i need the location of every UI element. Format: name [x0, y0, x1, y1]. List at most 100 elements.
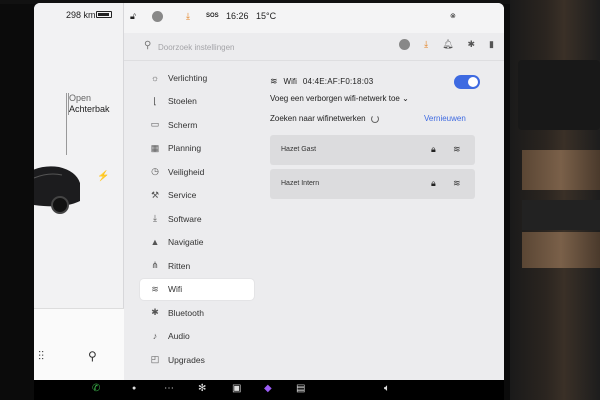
sidebar-item-ritten[interactable]: ⋔ Ritten: [140, 255, 254, 276]
wifi-label: Wifi: [283, 76, 297, 86]
camera-icon[interactable]: ●: [132, 385, 136, 392]
wifi-header: ≋ Wifi 04:4E:AF:F0:18:03: [270, 74, 480, 88]
sun-icon: ☼: [150, 72, 160, 83]
wood-trim-lower: [522, 232, 600, 268]
sidebar-item-label: Stoelen: [168, 96, 197, 106]
music-icon: ♪: [152, 331, 158, 341]
car-panel: 298 km Open Achterbak ⚡ ⫶⫶ ⚲: [34, 3, 124, 380]
bluetooth-icon: ✱: [151, 307, 159, 317]
safety-icon: ◷: [151, 166, 159, 176]
sidebar-item-label: Scherm: [168, 119, 198, 130]
settings-top-icons: ⤓ 🔔︎ ✱ ▮: [399, 39, 494, 52]
passenger-airbag-icon: ⊗: [450, 13, 456, 20]
signal-icon[interactable]: ▮: [489, 39, 494, 52]
wifi-toggle[interactable]: [454, 75, 480, 89]
sidebar-item-label: Audio: [168, 331, 190, 341]
taskbar: ✆ ● ⋯ ✻ ▣ ◆ ▤ 🔈︎: [34, 380, 504, 400]
display-icon: ▭: [150, 119, 160, 129]
charging-bolt-icon: ⚡: [97, 171, 110, 182]
trim-gap: [522, 200, 600, 230]
spinner-icon: [370, 114, 379, 123]
magnifier-icon[interactable]: ⚲: [88, 349, 97, 363]
network-name: Hazet Intern: [281, 180, 320, 187]
sidebar-item-wifi[interactable]: ≋ Wifi: [140, 278, 254, 300]
sidebar-item-label: Wifi: [168, 284, 183, 294]
fan-icon[interactable]: ✻: [198, 383, 206, 394]
network-item[interactable]: Hazet Intern 🔒︎ ≋: [270, 169, 475, 199]
chevron-down-icon: ⌄: [402, 94, 409, 103]
lock-icon: 🔒︎: [431, 178, 436, 188]
settings-nav: ☼ Verlichting ⌊ Stoelen ▭ Scherm ▦ Planning ◷ Vei…: [124, 63, 254, 380]
car-icon: [34, 166, 80, 214]
bluetooth-icon[interactable]: ✱: [468, 39, 476, 52]
touchscreen: 298 km Open Achterbak ⚡ ⫶⫶ ⚲ 🔓︎ ⤓ SOS 16…: [34, 3, 504, 380]
sidebar-item-upgrades[interactable]: ◰ Upgrades: [140, 349, 254, 370]
network-name: Hazet Gast: [281, 146, 317, 153]
wifi-icon: ≋: [151, 283, 159, 294]
dashboard-trim: [510, 0, 600, 400]
sidebar-item-label: Service: [168, 190, 197, 200]
refresh-button[interactable]: Vernieuwen: [424, 114, 466, 123]
wifi-signal-icon: ≋: [453, 178, 461, 188]
search-icon: ⚲: [144, 40, 152, 51]
sidebar-item-label: Ritten: [168, 260, 191, 271]
trunk-label-name: Achterbak: [69, 104, 110, 114]
download-icon[interactable]: ⤓: [424, 39, 428, 52]
more-icon[interactable]: ⋯: [164, 383, 174, 394]
trips-icon: ⋔: [151, 260, 159, 270]
arcade-icon[interactable]: ▣: [232, 383, 241, 394]
wifi-settings: ≋ Wifi 04:4E:AF:F0:18:03 Voeg een verbor…: [258, 69, 498, 369]
sidebar-item-software[interactable]: ⤓ Software: [140, 208, 254, 229]
controls-slider-icon[interactable]: ⫶⫶: [38, 349, 44, 364]
profile-icon[interactable]: [399, 39, 411, 52]
wood-trim: [522, 150, 600, 190]
phone-icon[interactable]: ✆: [92, 383, 100, 394]
navigation-icon: ▲: [150, 237, 160, 247]
quick-controls: ⫶⫶ ⚲: [34, 308, 124, 380]
app-icon[interactable]: ◆: [264, 383, 272, 394]
wifi-signal-icon: ≋: [453, 144, 461, 154]
wrench-icon: ⚒: [150, 189, 160, 200]
update-download-icon[interactable]: ⤓: [186, 11, 190, 22]
sidebar-item-label: Planning: [168, 143, 202, 153]
scan-label: Zoeken naar wifinetwerken: [270, 114, 366, 123]
bell-icon[interactable]: 🔔︎: [442, 39, 453, 52]
range-text: 298 km: [66, 10, 96, 20]
sidebar-item-label: Veiligheid: [168, 166, 205, 177]
profile-icon[interactable]: [152, 11, 163, 24]
settings-panel: ⚲ ⤓ 🔔︎ ✱ ▮ ☼ Verlichting ⌊ Stoelen ▭ Scherm ▦ P…: [124, 33, 504, 380]
sidebar-item-audio[interactable]: ♪ Audio: [140, 326, 254, 347]
seat-heater-icon[interactable]: ▤: [296, 383, 305, 394]
air-vent: [518, 60, 600, 130]
sidebar-item-label: Software: [168, 213, 202, 224]
lock-icon: 🔒︎: [431, 144, 436, 154]
search-input[interactable]: [158, 40, 308, 54]
sidebar-item-bluetooth[interactable]: ✱ Bluetooth: [140, 302, 254, 323]
network-item[interactable]: Hazet Gast 🔒︎ ≋: [270, 135, 475, 165]
sidebar-item-verlichting[interactable]: ☼ Verlichting: [140, 67, 254, 88]
status-bar: 🔓︎ ⤓ SOS 16:26 15°C ⊗: [124, 3, 504, 33]
sidebar-item-scherm[interactable]: ▭ Scherm: [140, 114, 254, 135]
sos-icon[interactable]: SOS: [206, 13, 219, 19]
mac-address: 04:4E:AF:F0:18:03: [302, 76, 374, 86]
sidebar-item-service[interactable]: ⚒ Service: [140, 185, 254, 206]
sidebar-item-label: Upgrades: [168, 354, 205, 365]
sidebar-item-label: Verlichting: [168, 72, 208, 83]
sidebar-item-label: Navigatie: [168, 237, 204, 247]
hidden-network-label: Voeg een verborgen wifi-netwerk toe: [270, 94, 400, 103]
wifi-icon: ≋: [270, 75, 278, 86]
bag-icon: ◰: [150, 354, 160, 364]
battery-icon: [96, 11, 112, 18]
trunk-label-open: Open: [69, 93, 92, 103]
sidebar-item-navigatie[interactable]: ▲ Navigatie: [140, 232, 254, 253]
sidebar-item-planning[interactable]: ▦ Planning: [140, 138, 254, 159]
trunk-open-button[interactable]: Open Achterbak: [68, 93, 110, 115]
seat-icon: ⌊: [153, 95, 157, 106]
add-hidden-network-dropdown[interactable]: Voeg een verborgen wifi-netwerk toe ⌄: [270, 94, 409, 103]
volume-icon[interactable]: 🔈︎: [384, 383, 390, 394]
trunk-pointer: [66, 93, 67, 155]
sidebar-item-stoelen[interactable]: ⌊ Stoelen: [140, 91, 254, 112]
calendar-icon: ▦: [150, 142, 160, 153]
sidebar-item-veiligheid[interactable]: ◷ Veiligheid: [140, 161, 254, 182]
lock-icon[interactable]: 🔓︎: [130, 11, 136, 22]
